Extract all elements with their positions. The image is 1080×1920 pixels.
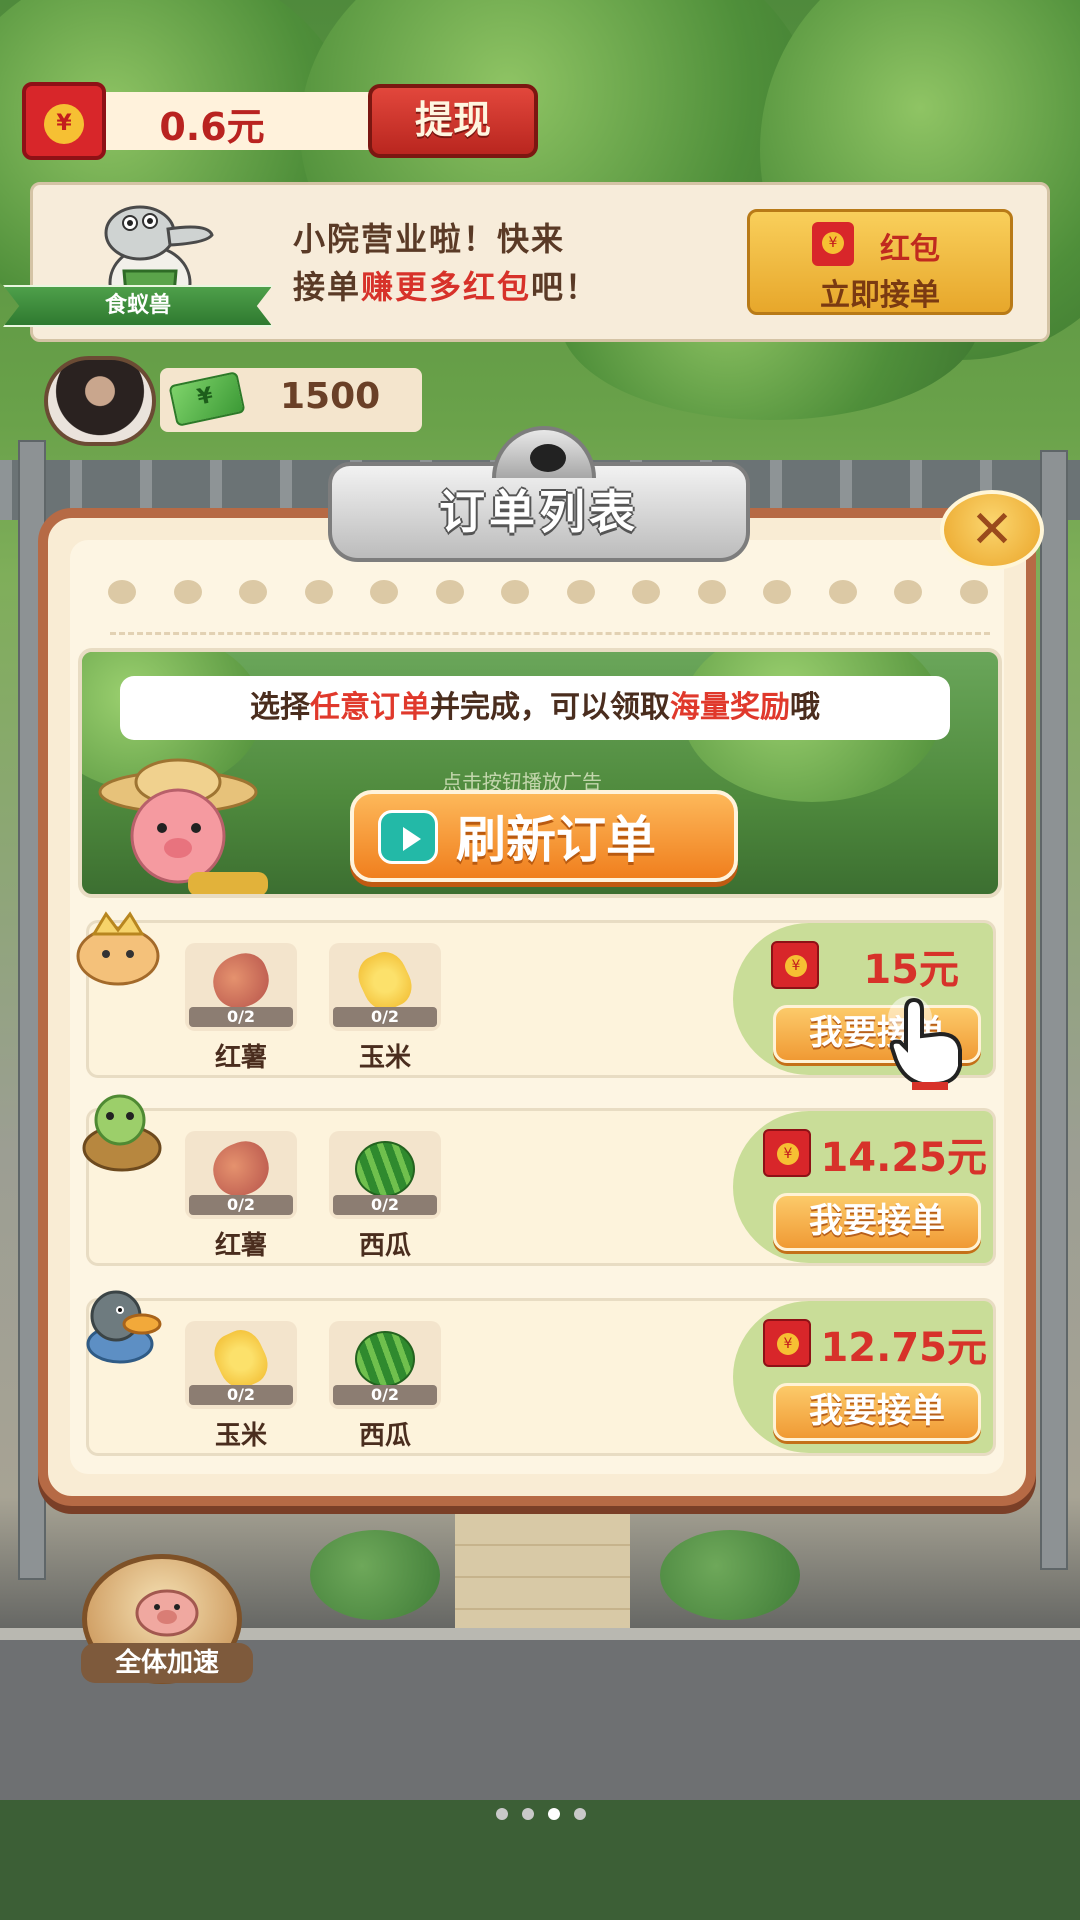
page-dot[interactable]: [574, 1808, 586, 1820]
turtle-customer-avatar-icon: [82, 1094, 162, 1172]
order-item: 0/2 玉米: [185, 1321, 297, 1452]
order-item: 0/2 红薯: [185, 1131, 297, 1262]
page-dot-active[interactable]: [548, 1808, 560, 1820]
order-item: 0/2 玉米: [329, 943, 441, 1074]
red-envelope-icon: ¥: [22, 82, 106, 160]
order-reward: 14.25元: [820, 1135, 987, 1181]
accept-order-button[interactable]: 我要接单: [773, 1193, 981, 1251]
refresh-orders-card: 选择任意订单并完成，可以领取海量奖励哦 点击按钮播放广告 刷新订单: [78, 648, 1002, 898]
piggy-bank-icon: [135, 1589, 199, 1637]
cash-bundle-icon: [168, 371, 246, 427]
cash-counter: 1500: [160, 368, 422, 432]
corn-icon: [207, 1323, 275, 1395]
accept-order-button[interactable]: 我要接单: [773, 1383, 981, 1441]
page-dot[interactable]: [496, 1808, 508, 1820]
red-envelope-icon: [812, 222, 854, 266]
sweet-potato-icon: [205, 946, 277, 1016]
order-row: 0/2 玉米 0/2 西瓜 12.75元 我要接单: [86, 1298, 996, 1456]
page-dot[interactable]: [522, 1808, 534, 1820]
watermelon-icon: [355, 1331, 415, 1387]
tap-hand-icon: [888, 996, 962, 1090]
order-item: 0/2 西瓜: [329, 1131, 441, 1262]
order-reward: 12.75元: [820, 1325, 987, 1371]
pig-farmer-mascot-icon: [98, 758, 268, 894]
corn-icon: [351, 945, 419, 1017]
order-reward: 15元: [863, 947, 959, 993]
order-row: 0/2 红薯 0/2 玉米 15元 我要接单: [86, 920, 996, 1078]
order-tip-bubble: 选择任意订单并完成，可以领取海量奖励哦: [120, 676, 950, 740]
order-row: 0/2 红薯 0/2 西瓜 14.25元 我要接单: [86, 1108, 996, 1266]
player-avatar[interactable]: [44, 356, 156, 446]
balance-bar: ¥ 0.6元 提现: [22, 82, 538, 160]
order-item: 0/2 红薯: [185, 943, 297, 1074]
panel-title: 订单列表: [439, 485, 639, 539]
red-envelope-icon: [763, 1129, 811, 1177]
watermelon-icon: [355, 1141, 415, 1197]
red-envelope-icon: [771, 941, 819, 989]
red-envelope-icon: [763, 1319, 811, 1367]
page-indicator: [496, 1808, 586, 1822]
panel-title-plate: 订单列表: [328, 426, 750, 562]
tiger-customer-avatar-icon: [76, 911, 160, 986]
promo-banner: 食蚁兽 小院营业啦！快来 接单赚更多红包吧！ 红包 立即接单: [3, 182, 1050, 342]
withdraw-button[interactable]: 提现: [368, 84, 538, 158]
close-button[interactable]: ✕: [940, 490, 1044, 570]
banner-message: 小院营业啦！快来 接单赚更多红包吧！: [293, 220, 600, 306]
character-name-ribbon: 食蚁兽: [3, 285, 273, 327]
refresh-orders-button[interactable]: 刷新订单: [350, 790, 738, 882]
accept-order-now-button[interactable]: 红包 立即接单: [747, 209, 1013, 315]
order-item: 0/2 西瓜: [329, 1321, 441, 1452]
video-play-icon: [378, 810, 438, 864]
cash-amount: 1500: [280, 376, 381, 417]
speed-up-all-button[interactable]: 全体加速: [81, 1554, 253, 1684]
sweet-potato-icon: [205, 1134, 277, 1204]
balance-amount: 0.6元: [159, 105, 265, 149]
duck-customer-avatar-icon: [86, 1290, 162, 1364]
